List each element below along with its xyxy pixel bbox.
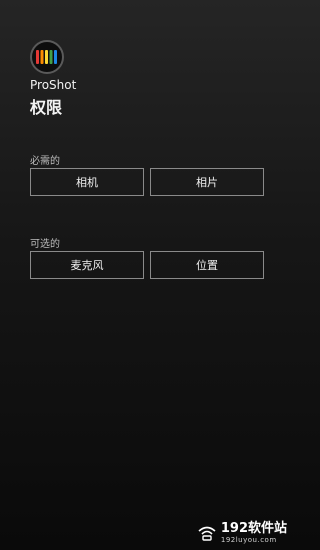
logo-bars: [36, 50, 57, 64]
location-permission-button[interactable]: 位置: [150, 251, 264, 279]
optional-section-label: 可选的: [30, 239, 60, 250]
required-section-label: 必需的: [30, 156, 60, 167]
proshot-logo-icon: [30, 40, 64, 74]
photos-permission-button[interactable]: 相片: [150, 168, 264, 196]
microphone-permission-button[interactable]: 麦克风: [30, 251, 144, 279]
watermark: 192软件站 192luyou.com: [197, 522, 287, 544]
watermark-title: 192软件站: [220, 521, 287, 536]
app-name: ProShot: [30, 78, 77, 92]
camera-permission-button[interactable]: 相机: [30, 168, 144, 196]
watermark-url: 192luyou.com: [220, 536, 277, 544]
wifi-icon: [198, 526, 216, 541]
page-title: 权限: [30, 98, 63, 117]
